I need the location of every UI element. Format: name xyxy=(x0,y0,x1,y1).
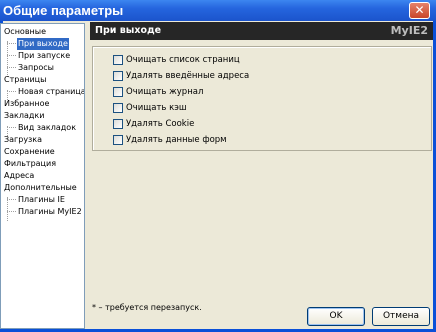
option-label: Очищать кэш xyxy=(126,103,187,113)
option-label: Очищать журнал xyxy=(126,87,204,97)
tree-item-filtratsiya[interactable]: Фильтрация xyxy=(3,158,57,170)
tree-item-plaginy-myie2[interactable]: Плагины MyIE2 xyxy=(17,206,83,218)
tree-item-zagruzka[interactable]: Загрузка xyxy=(3,134,43,146)
option-label: Удалять Cookie xyxy=(126,119,195,129)
checkbox[interactable] xyxy=(113,103,123,113)
tree-item-dopolnitelnye[interactable]: Дополнительные xyxy=(3,182,78,194)
tree-item-sokhranenie[interactable]: Сохранение xyxy=(3,146,56,158)
cancel-button[interactable]: Отмена xyxy=(372,307,430,326)
checkbox[interactable] xyxy=(113,135,123,145)
tree-item-adresa[interactable]: Адреса xyxy=(3,170,35,182)
window-title: Общие параметры xyxy=(3,3,124,18)
option-label: Удалять данные форм xyxy=(126,135,227,145)
title-bar: Общие параметры ✕ xyxy=(0,0,436,21)
tree-item-izbrannoe[interactable]: Избранное xyxy=(3,98,50,110)
page-title: При выходе xyxy=(95,25,162,36)
option-label: Удалять введённые адреса xyxy=(126,71,250,81)
tree-item-novaya-stranitsa[interactable]: Новая страница xyxy=(17,86,84,98)
checkbox[interactable] xyxy=(113,55,123,65)
ok-button[interactable]: OK xyxy=(307,307,365,326)
tree-item-vid-zakladok[interactable]: Вид закладок xyxy=(17,122,77,134)
checkbox[interactable] xyxy=(113,119,123,129)
tree-item-zakladki[interactable]: Закладки xyxy=(3,110,45,122)
tree-item-pri-vykhode[interactable]: При выходе xyxy=(17,38,69,50)
page-header: При выходе MyIE2 xyxy=(90,22,433,40)
option-label: Очищать список страниц xyxy=(126,55,240,65)
brand-label: MyIE2 xyxy=(390,24,428,37)
tree-item-pri-zapuske[interactable]: При запуске xyxy=(17,50,71,62)
close-button[interactable]: ✕ xyxy=(409,2,430,19)
settings-tree[interactable]: Основные При выходе При запуске Запросы … xyxy=(0,23,85,329)
checkbox[interactable] xyxy=(113,87,123,97)
checkbox[interactable] xyxy=(113,71,123,81)
tree-item-plaginy-ie[interactable]: Плагины IE xyxy=(17,194,66,206)
tree-item-osnovnye[interactable]: Основные xyxy=(3,26,47,38)
tree-item-zaprosy[interactable]: Запросы xyxy=(17,62,55,74)
restart-note: * – требуется перезапуск. xyxy=(92,303,202,312)
tree-item-stranitsy[interactable]: Страницы xyxy=(3,74,47,86)
